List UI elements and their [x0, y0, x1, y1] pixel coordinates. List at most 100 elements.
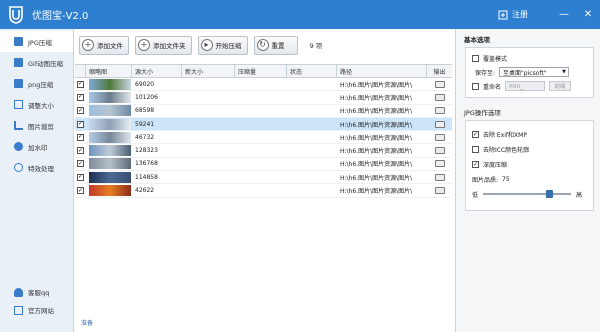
column-header-path[interactable]: 路径 — [337, 65, 427, 77]
new-size-cell — [182, 171, 235, 183]
output-cell — [427, 184, 452, 196]
reduction-cell — [235, 105, 287, 117]
thumbnail-image — [89, 105, 131, 117]
row-checkbox[interactable]: ✓ — [77, 160, 84, 168]
quality-slider[interactable] — [483, 190, 572, 198]
rename-prefix-label: 前缀 — [554, 84, 566, 90]
overwrite-checkbox[interactable] — [472, 55, 479, 62]
close-button[interactable]: ✕ — [576, 0, 600, 29]
reduction-cell — [235, 158, 287, 170]
add-file-button[interactable]: + 添加文件 — [79, 35, 129, 55]
item-count: 9 项 — [309, 42, 323, 50]
path-cell: H:\h6.图片\图片资源\图片\ — [340, 174, 413, 182]
folder-icon[interactable] — [434, 173, 445, 181]
register-icon — [498, 10, 508, 19]
image-icon — [14, 79, 23, 88]
sidebar-item-website[interactable]: 官方网站 — [0, 301, 74, 319]
path-cell: H:\h6.图片\图片资源\图片\ — [340, 121, 413, 129]
sidebar-item-png[interactable]: png压缩 — [0, 73, 73, 94]
deep-compress-checkbox[interactable]: ✓ — [472, 161, 479, 168]
new-size-cell — [182, 131, 235, 143]
sidebar-item-support-qq[interactable]: 客服qq — [0, 283, 74, 301]
sidebar-item-label: png压缩 — [28, 80, 54, 89]
remove-exif-label: 去除 Exif和XMP — [483, 132, 527, 139]
jpg-options-title: JPG操作选项 — [464, 109, 501, 117]
table-row[interactable]: ✓ 59241 H:\h6.图片\图片资源\图片\ — [75, 117, 452, 132]
status-cell — [287, 184, 337, 196]
rename-checkbox[interactable] — [472, 82, 479, 90]
remove-exif-option[interactable]: ✓ 去除 Exif和XMP — [472, 127, 587, 142]
folder-icon[interactable] — [434, 187, 445, 195]
column-header-thumbnail[interactable]: 缩略图 — [86, 65, 132, 77]
sidebar: JPG压缩 Gif动图压缩 png压缩 调整大小 图片裁剪 加水印 特效处理 客… — [0, 29, 74, 332]
folder-icon[interactable] — [434, 93, 445, 101]
table-row[interactable]: ✓ 42622 H:\h6.图片\图片资源\图片\ — [75, 184, 452, 198]
folder-icon[interactable] — [434, 133, 445, 141]
register-button[interactable]: 注册 — [498, 9, 528, 20]
sidebar-item-label: JPG压缩 — [28, 38, 52, 47]
sidebar-item-gif[interactable]: Gif动图压缩 — [0, 52, 73, 73]
sidebar-item-crop[interactable]: 图片裁剪 — [0, 115, 73, 136]
column-header-reduction[interactable]: 压缩量 — [235, 65, 287, 77]
folder-icon[interactable] — [434, 107, 445, 115]
remove-exif-checkbox[interactable]: ✓ — [472, 131, 479, 138]
folder-icon[interactable] — [434, 80, 445, 88]
reset-button[interactable]: ↻ 重置 — [253, 35, 298, 55]
row-checkbox[interactable]: ✓ — [77, 93, 84, 101]
rename-input[interactable]: min_ — [505, 81, 546, 91]
folder-icon[interactable] — [434, 147, 445, 155]
column-header-output[interactable]: 输出 — [427, 65, 452, 77]
sidebar-item-resize[interactable]: 调整大小 — [0, 94, 73, 115]
row-checkbox[interactable]: ✓ — [77, 133, 84, 141]
save-to-label: 保存至: — [475, 69, 496, 77]
table-header: 缩略图 源大小 新大小 压缩量 状态 路径 输出 — [75, 65, 452, 78]
add-folder-button[interactable]: + 添加文件夹 — [135, 35, 192, 55]
chevron-down-icon: ▼ — [562, 69, 567, 75]
sidebar-item-jpg[interactable]: JPG压缩 — [0, 31, 73, 52]
column-header-new-size[interactable]: 新大小 — [182, 65, 235, 77]
sidebar-item-label: 图片裁剪 — [28, 122, 54, 131]
row-checkbox[interactable]: ✓ — [77, 187, 84, 195]
source-size-cell: 42622 — [135, 187, 155, 195]
deep-compress-option[interactable]: ✓ 深度压缩 — [472, 157, 587, 172]
sidebar-item-watermark[interactable]: 加水印 — [0, 136, 73, 157]
folder-icon[interactable] — [434, 160, 445, 168]
table-row[interactable]: ✓ 136768 H:\h6.图片\图片资源\图片\ — [75, 158, 452, 172]
table-row[interactable]: ✓ 68598 H:\h6.图片\图片资源\图片\ — [75, 105, 452, 118]
remove-icc-option[interactable]: 去除ICC颜色轮廓 — [472, 142, 587, 157]
start-compress-button[interactable]: ▸ 开始压缩 — [197, 35, 248, 55]
table-row[interactable]: ✓ 46732 H:\h6.图片\图片资源\图片\ — [75, 131, 452, 145]
rename-prefix-button[interactable]: 前缀 — [549, 81, 572, 91]
quality-slider-handle[interactable] — [546, 190, 554, 198]
row-checkbox[interactable]: ✓ — [77, 147, 84, 155]
table-row[interactable]: ✓ 114858 H:\h6.图片\图片资源\图片\ — [75, 171, 452, 185]
output-cell — [427, 105, 452, 117]
minimize-button[interactable]: — — [552, 0, 576, 29]
save-to-dropdown[interactable]: 至桌面"picsoft" ▼ — [499, 67, 570, 77]
remove-icc-checkbox[interactable] — [472, 146, 479, 153]
column-header-source-size[interactable]: 源大小 — [132, 65, 182, 77]
source-size-cell: 128323 — [135, 147, 158, 155]
row-checkbox[interactable]: ✓ — [77, 80, 84, 88]
row-checkbox[interactable]: ✓ — [77, 120, 84, 128]
jpg-options-box: ✓ 去除 Exif和XMP 去除ICC颜色轮廓 ✓ 深度压缩 图片品质: 75 … — [465, 120, 594, 211]
output-cell — [427, 131, 452, 143]
thumbnail-image — [89, 158, 131, 170]
table-row[interactable]: ✓ 69020 H:\h6.图片\图片资源\图片\ — [75, 78, 452, 92]
folder-icon[interactable] — [434, 120, 445, 128]
thumbnail-image — [89, 145, 131, 157]
row-checkbox[interactable]: ✓ — [77, 173, 84, 181]
reduction-cell — [235, 184, 287, 196]
overwrite-option[interactable]: 覆盖模式 — [472, 52, 587, 65]
effect-icon — [14, 163, 23, 172]
reduction-cell — [235, 91, 287, 103]
toolbar: + 添加文件 + 添加文件夹 ▸ 开始压缩 ↻ 重置 9 项 — [75, 29, 452, 61]
row-checkbox[interactable]: ✓ — [77, 107, 84, 115]
app-logo-icon — [6, 5, 26, 25]
resize-icon — [14, 100, 23, 109]
title-bar: 优图宝-V2.0 注册 — ✕ — [0, 0, 600, 29]
column-header-status[interactable]: 状态 — [287, 65, 337, 77]
sidebar-item-effects[interactable]: 特效处理 — [0, 157, 73, 178]
table-row[interactable]: ✓ 128323 H:\h6.图片\图片资源\图片\ — [75, 144, 452, 158]
table-row[interactable]: ✓ 101206 H:\h6.图片\图片资源\图片\ — [75, 91, 452, 105]
